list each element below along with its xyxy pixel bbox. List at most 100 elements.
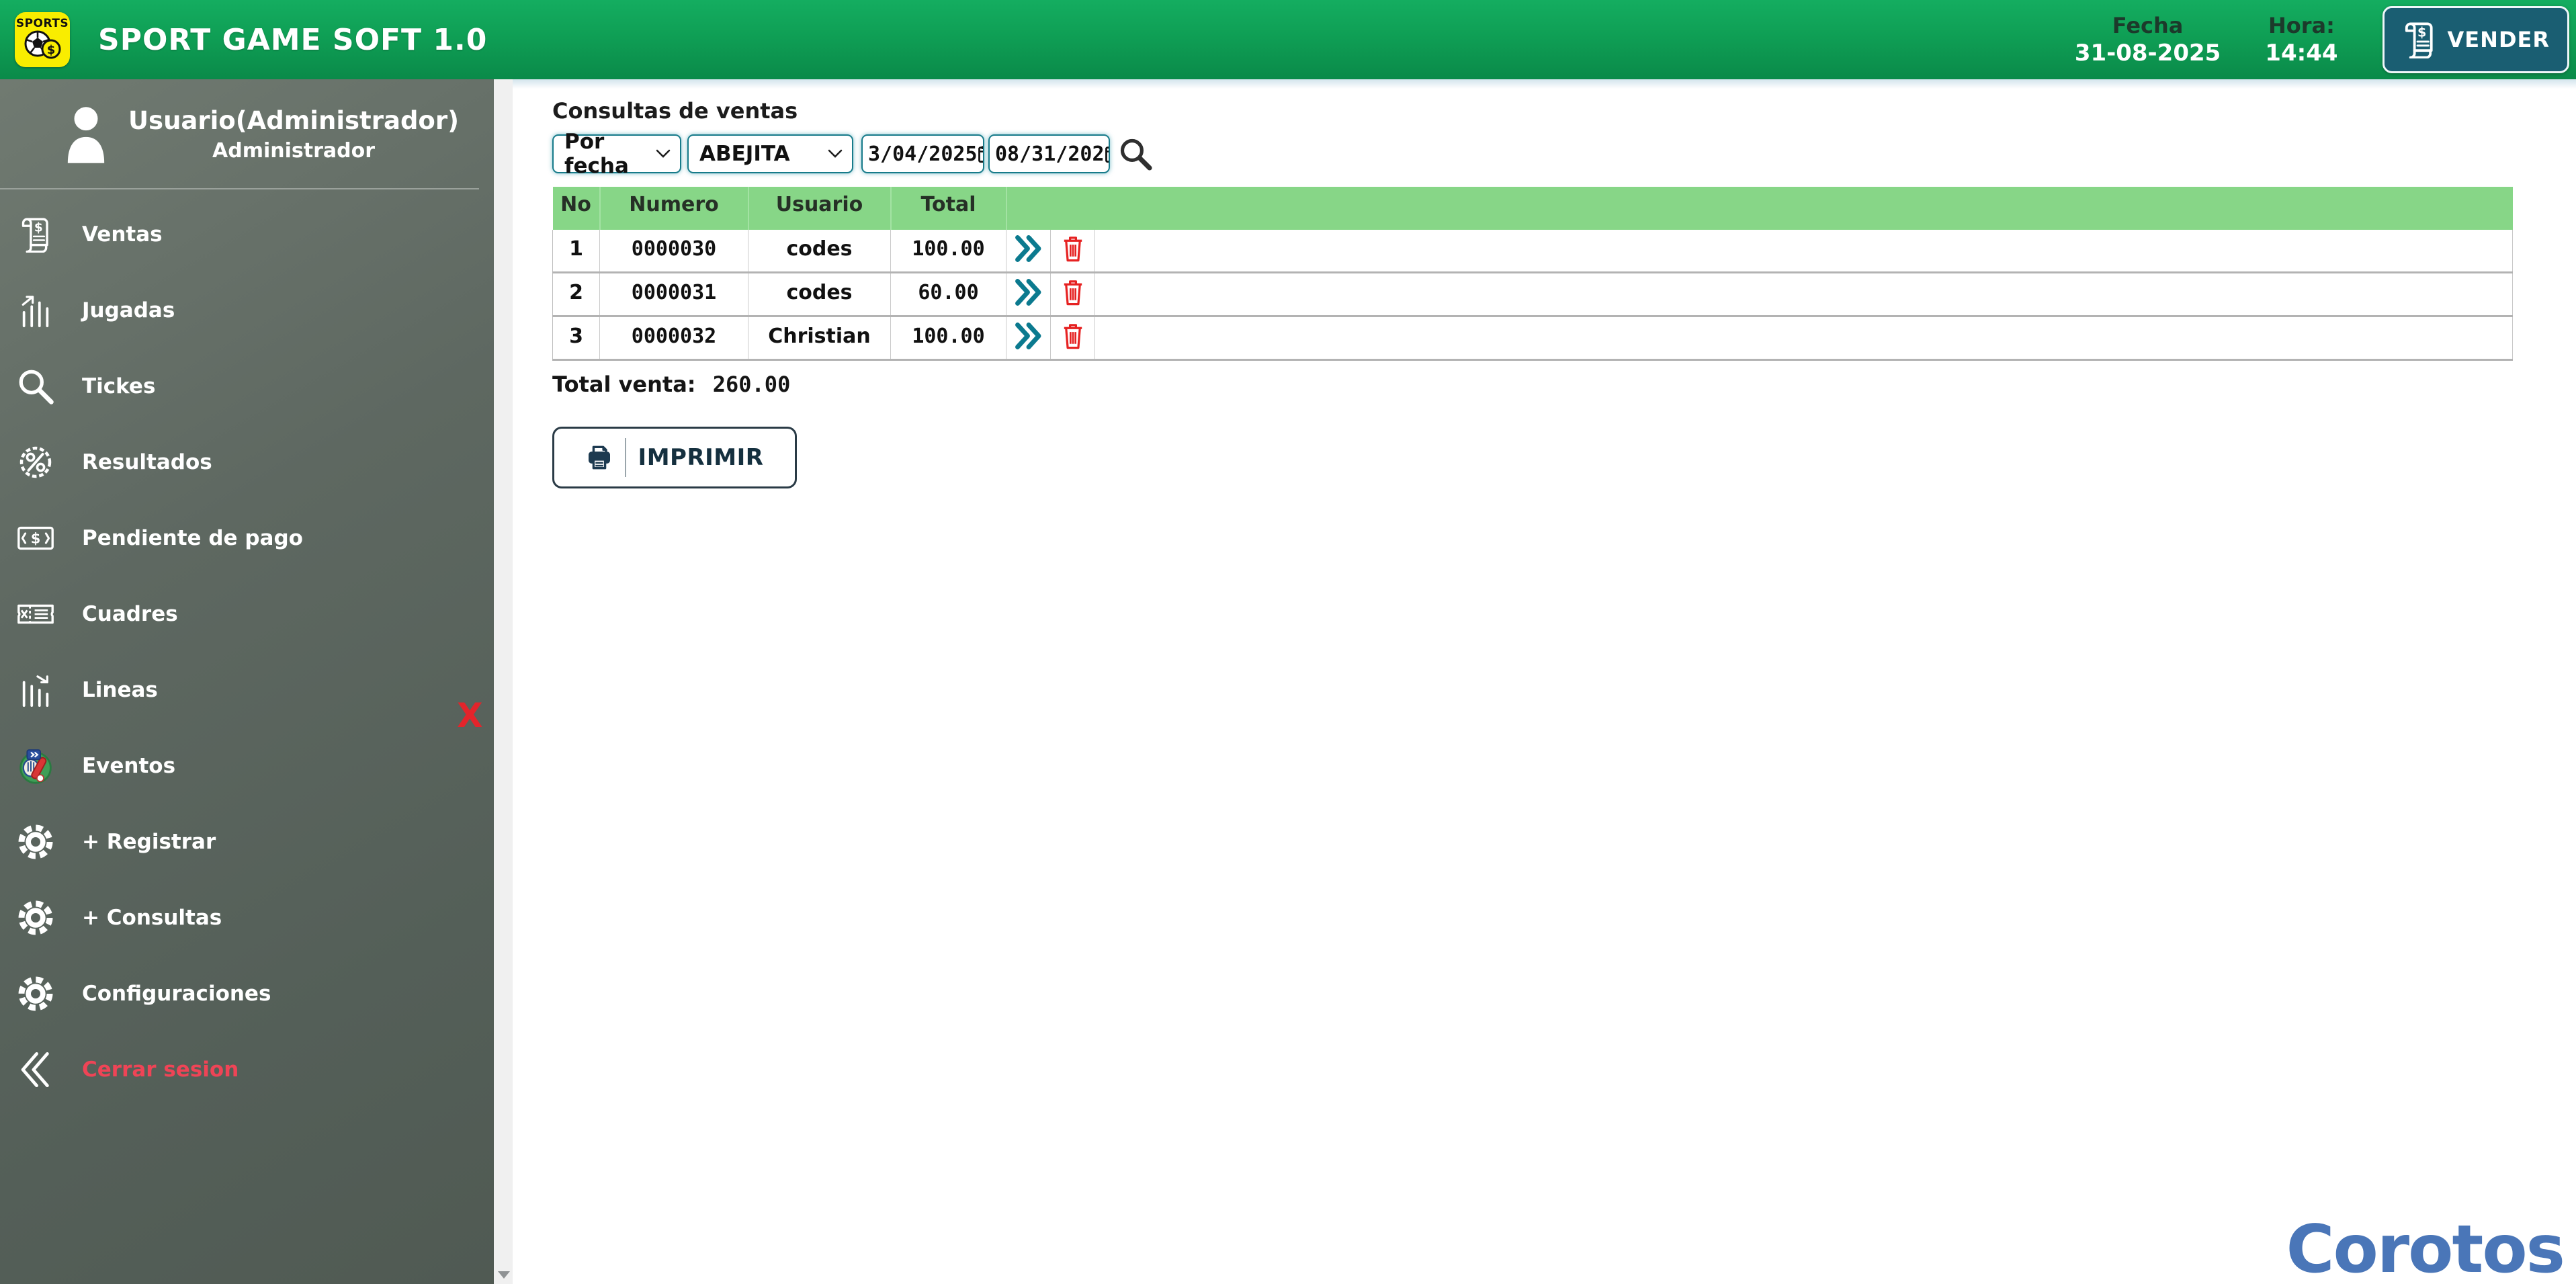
chevron-down-icon — [828, 149, 843, 159]
banknote-icon: $ — [16, 525, 55, 552]
sidebar-item-label: Pendiente de pago — [82, 525, 303, 550]
fecha-value: 31-08-2025 — [2074, 39, 2221, 67]
sidebar-item-label: Cuadres — [82, 601, 178, 626]
filter-type-select[interactable]: Por fecha — [552, 130, 681, 178]
user-panel: Usuario(Administrador) Administrador — [0, 79, 494, 184]
soccer-ball-coin-icon: $ — [24, 30, 61, 59]
svg-text:$: $ — [34, 220, 43, 234]
app-title: SPORT GAME SOFT 1.0 — [98, 22, 488, 57]
open-ticket-button[interactable] — [1006, 230, 1051, 273]
table-header-row: No Numero Usuario Total — [552, 187, 2513, 230]
date-to-input[interactable]: 08/31/202 — [988, 134, 1110, 173]
search-button[interactable] — [1118, 136, 1153, 171]
hora-value: 14:44 — [2265, 39, 2338, 67]
fecha-label: Fecha — [2112, 12, 2184, 38]
delete-ticket-button[interactable] — [1050, 272, 1095, 317]
vender-label: VENDER — [2447, 27, 2550, 52]
sidebar-item-label: Eventos — [82, 753, 176, 778]
date-from-input[interactable]: 3/04/2025 — [861, 134, 984, 173]
cell-no: 2 — [552, 272, 600, 317]
table-row: 2 0000031 codes 60.00 — [552, 272, 2513, 317]
app-logo: SPORTS $ — [15, 12, 70, 67]
sidebar-item-label: Lineas — [82, 677, 158, 702]
sidebar: Usuario(Administrador) Administrador $ V… — [0, 79, 494, 1284]
filters-bar: Por fecha ABEJITA 3/04/2025 08/31/202 — [552, 130, 2576, 178]
vender-button[interactable]: $ VENDER — [2382, 6, 2569, 73]
svg-text:$: $ — [47, 43, 56, 57]
user-role: Administrador — [212, 138, 375, 163]
sidebar-item-cerrar-sesion[interactable]: Cerrar sesion — [0, 1031, 494, 1107]
printer-icon — [586, 444, 613, 471]
percent-badge-icon — [16, 444, 55, 480]
sidebar-item-label: + Registrar — [82, 829, 216, 854]
col-total: Total — [890, 187, 1006, 230]
chevron-down-icon — [656, 149, 671, 159]
sidebar-nav: $ Ventas Jugadas Tickes Resultados $ Pen… — [0, 189, 494, 1107]
gear-icon — [16, 975, 55, 1013]
app-header: SPORTS $ SPORT GAME SOFT 1.0 Fecha 31-08… — [0, 0, 2576, 79]
chart-up-icon — [16, 293, 55, 328]
cell-filler — [1094, 230, 2513, 273]
sidebar-item-label: Jugadas — [82, 298, 175, 323]
sidebar-item-configuraciones[interactable]: Configuraciones — [0, 955, 494, 1031]
sidebar-item-registrar[interactable]: + Registrar — [0, 804, 494, 880]
user-name: Usuario(Administrador) — [128, 105, 460, 135]
sidebar-item-resultados[interactable]: Resultados — [0, 424, 494, 500]
cell-numero: 0000030 — [599, 230, 748, 273]
svg-text:$: $ — [31, 530, 41, 546]
imprimir-label: IMPRIMIR — [638, 444, 764, 471]
open-ticket-button[interactable] — [1006, 316, 1051, 361]
delete-ticket-button[interactable] — [1050, 230, 1095, 273]
gear-icon — [16, 823, 55, 861]
cell-filler — [1094, 272, 2513, 317]
corotos-watermark: Corotos — [2286, 1211, 2565, 1284]
cell-total: 100.00 — [890, 230, 1006, 273]
svg-text:$: $ — [2417, 25, 2428, 40]
calendar-icon[interactable] — [1105, 144, 1109, 163]
total-line: Total venta: 260.00 — [552, 372, 2576, 397]
table-row: 1 0000030 codes 100.00 — [552, 230, 2513, 273]
sidebar-item-consultas[interactable]: + Consultas — [0, 880, 494, 955]
cell-total: 60.00 — [890, 272, 1006, 317]
cell-usuario: codes — [748, 230, 891, 273]
sidebar-item-label: Resultados — [82, 450, 212, 474]
col-actions — [1005, 187, 2513, 230]
cell-numero: 0000031 — [599, 272, 748, 317]
table-row: 3 0000032 Christian 100.00 — [552, 316, 2513, 361]
hora-block: Hora: 14:44 — [2265, 12, 2337, 68]
sidebar-item-pendiente-de-pago[interactable]: $ Pendiente de pago — [0, 500, 494, 576]
col-numero: Numero — [599, 187, 748, 230]
calendar-icon[interactable] — [978, 144, 983, 163]
col-usuario: Usuario — [747, 187, 891, 230]
sidebar-item-lineas[interactable]: Lineas — [0, 652, 494, 728]
sidebar-item-jugadas[interactable]: Jugadas — [0, 272, 494, 348]
sidebar-item-tickes[interactable]: Tickes — [0, 348, 494, 424]
ticket-icon — [16, 601, 55, 627]
logo-text: SPORTS — [15, 17, 69, 30]
total-value: 260.00 — [712, 372, 791, 397]
imprimir-button[interactable]: IMPRIMIR — [552, 427, 797, 488]
total-label: Total venta: — [552, 372, 696, 397]
cell-filler — [1094, 316, 2513, 361]
double-chevron-left-icon — [16, 1050, 55, 1090]
scrollbar-down-arrow-icon[interactable] — [498, 1271, 510, 1279]
filter-user-select[interactable]: ABEJITA — [687, 134, 853, 173]
open-ticket-button[interactable] — [1006, 272, 1051, 317]
delete-ticket-button[interactable] — [1050, 316, 1095, 361]
sidebar-item-label: Configuraciones — [82, 981, 271, 1006]
sidebar-item-cuadres[interactable]: Cuadres — [0, 576, 494, 652]
cell-numero: 0000032 — [599, 316, 748, 361]
sports-event-icon — [16, 747, 55, 785]
cell-no: 1 — [552, 230, 600, 273]
sidebar-item-label: + Consultas — [82, 905, 222, 930]
sidebar-item-label: Ventas — [82, 222, 163, 247]
receipt-icon: $ — [16, 216, 55, 253]
close-x-button[interactable]: X — [457, 699, 483, 732]
sidebar-scrollbar-track[interactable] — [494, 79, 513, 1284]
cell-usuario: Christian — [748, 316, 891, 361]
search-icon — [16, 368, 55, 405]
sidebar-item-eventos[interactable]: Eventos — [0, 728, 494, 804]
filter-user-value: ABEJITA — [699, 142, 790, 166]
sidebar-item-ventas[interactable]: $ Ventas — [0, 196, 494, 272]
filter-type-value: Por fecha — [564, 130, 629, 178]
